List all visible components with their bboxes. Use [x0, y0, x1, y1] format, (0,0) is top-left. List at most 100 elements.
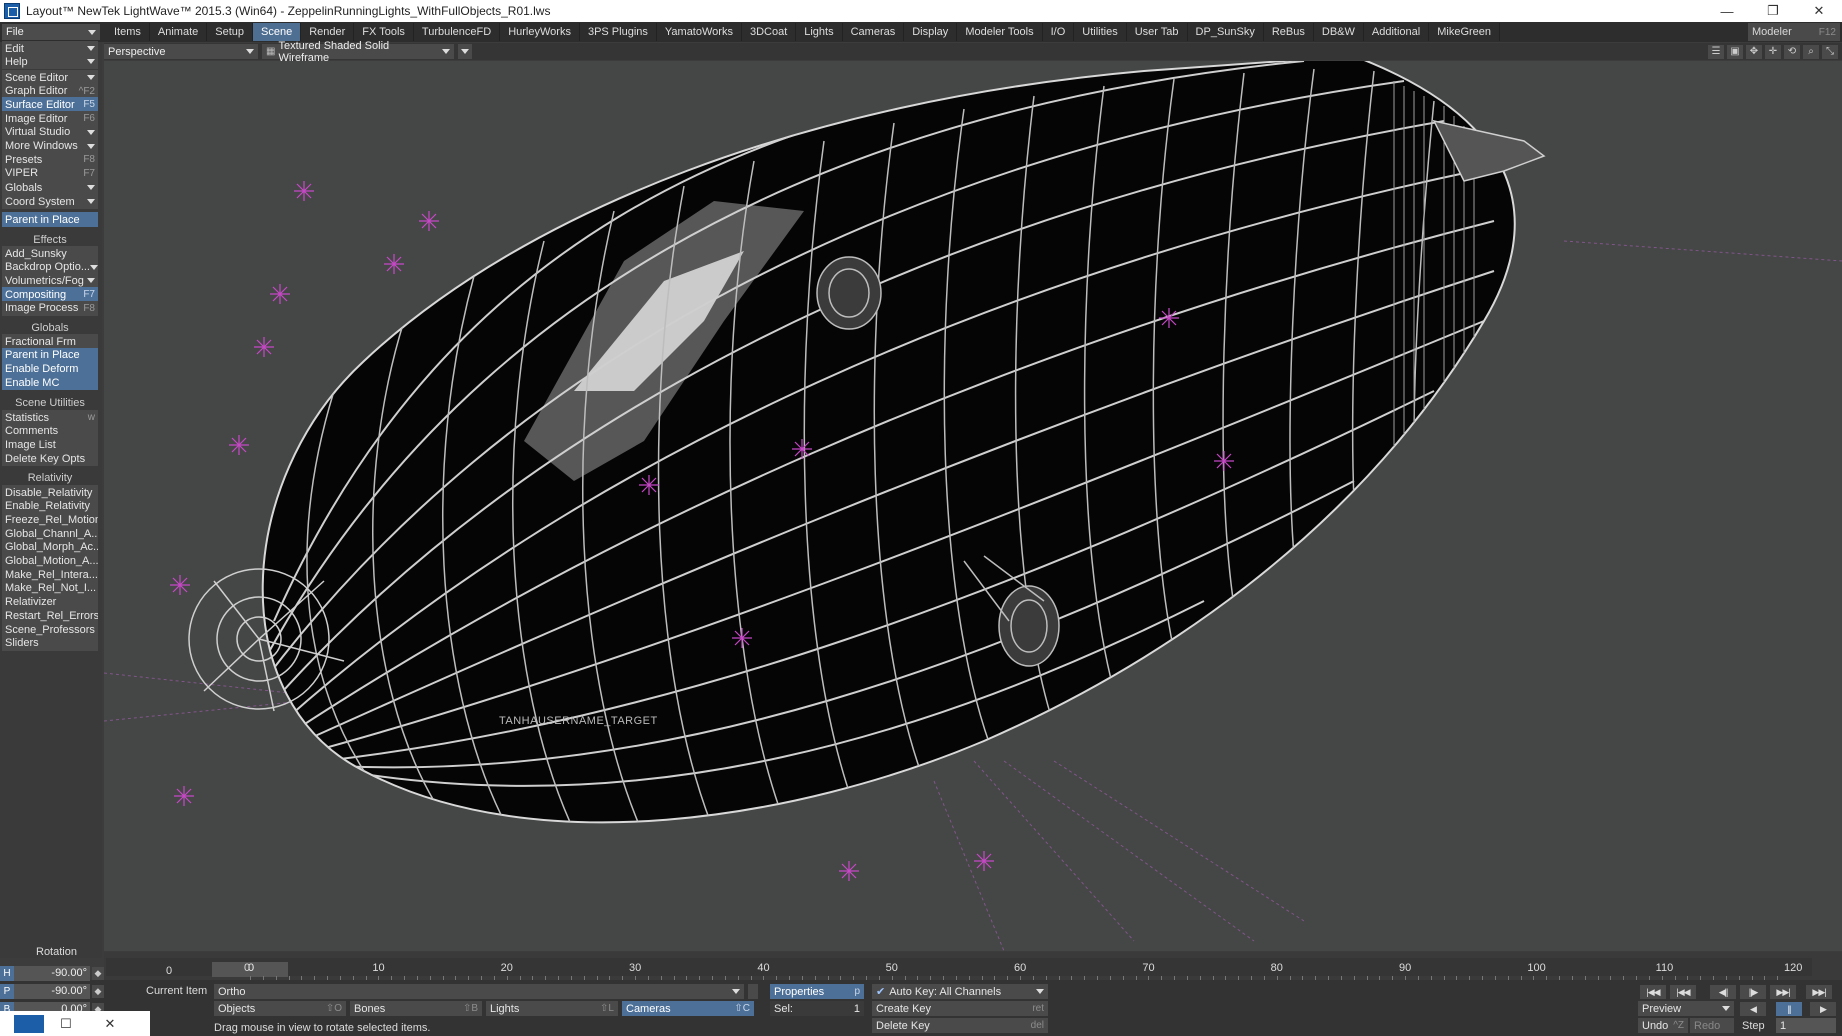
item-type-objects-button[interactable]: Objects ⇧O	[214, 1001, 346, 1016]
sidebar-item-hotkey: F7	[83, 289, 95, 301]
tab-setup[interactable]: Setup	[207, 23, 254, 41]
previous-key-icon[interactable]: |◀◀	[1670, 985, 1696, 999]
timeline-ruler[interactable]	[106, 958, 1812, 976]
item-type-bones-button[interactable]: Bones ⇧B	[350, 1001, 482, 1016]
tab-yamatoworks[interactable]: YamatoWorks	[657, 23, 742, 41]
properties-button[interactable]: Properties p	[770, 984, 864, 999]
h-reset-icon[interactable]: ◆	[92, 967, 104, 980]
restore-button[interactable]: ❐	[1750, 0, 1796, 22]
preview-select[interactable]: Preview	[1638, 1001, 1734, 1016]
undo-button[interactable]: Undo ^Z	[1638, 1018, 1688, 1033]
maximize-viewport-icon[interactable]: ▣	[1727, 44, 1743, 59]
next-key-icon[interactable]: ▶▶|	[1770, 985, 1796, 999]
step-field[interactable]: 1	[1776, 1018, 1836, 1033]
item-type-lights-button[interactable]: Lights ⇧L	[486, 1001, 618, 1016]
chevron-down-icon	[461, 49, 469, 54]
sidebar-item-enable-mc[interactable]: Enable MC	[2, 375, 98, 391]
tab-cameras[interactable]: Cameras	[843, 23, 905, 41]
tab-lights[interactable]: Lights	[796, 23, 843, 41]
tab-display[interactable]: Display	[904, 23, 958, 41]
preview-label: Preview	[1642, 1002, 1682, 1015]
close-icon[interactable]: ✕	[88, 1011, 132, 1036]
step-forward-icon[interactable]: ||▶	[1740, 985, 1766, 999]
tab-modeler-tools[interactable]: Modeler Tools	[957, 23, 1043, 41]
minimize-button[interactable]: —	[1704, 0, 1750, 22]
rotation-h-field[interactable]: -90.00°	[14, 966, 90, 981]
tab-additional[interactable]: Additional	[1364, 23, 1430, 41]
pan-view-icon[interactable]: ✛	[1765, 44, 1781, 59]
delete-key-button[interactable]: Delete Key del	[872, 1018, 1048, 1033]
tab-rebus[interactable]: ReBus	[1264, 23, 1314, 41]
chevron-down-icon	[442, 49, 450, 54]
view-type-select[interactable]: Perspective	[104, 44, 258, 59]
timeline-tick-label: 80	[1270, 962, 1283, 974]
tab-dp-sunsky[interactable]: DP_SunSky	[1188, 23, 1264, 41]
rotation-h-row: H -90.00° ◆	[0, 966, 104, 981]
tab-hurleyworks[interactable]: HurleyWorks	[500, 23, 580, 41]
tab-mikegreen[interactable]: MikeGreen	[1429, 23, 1501, 41]
go-to-start-icon[interactable]: |◀◀	[1640, 985, 1666, 999]
tab-3dcoat[interactable]: 3DCoat	[742, 23, 797, 41]
tab-scene[interactable]: Scene	[253, 23, 302, 41]
step-label: Step	[1742, 1020, 1765, 1032]
delete-key-label: Delete Key	[876, 1019, 930, 1032]
item-type-label: Objects	[218, 1002, 256, 1015]
p-reset-icon[interactable]: ◆	[92, 985, 104, 998]
tab-user-tab[interactable]: User Tab	[1127, 23, 1188, 41]
tab-i-o[interactable]: I/O	[1043, 23, 1075, 41]
sidebar-item-label: Delete Key Opts	[5, 452, 86, 465]
item-picker-button[interactable]	[748, 984, 758, 999]
sidebar-item-label: Globals	[5, 181, 43, 194]
go-to-end-icon[interactable]: ▶▶|	[1806, 985, 1832, 999]
tab-fx-tools[interactable]: FX Tools	[354, 23, 414, 41]
3d-viewport[interactable]: TANHAUSERNAME_TARGET	[104, 61, 1842, 951]
lightwave-taskbar-icon[interactable]	[14, 1014, 44, 1033]
sidebar-item-help-menu[interactable]: Help	[2, 54, 98, 69]
rotate-view-icon[interactable]: ⟲	[1784, 44, 1800, 59]
play-reverse-icon[interactable]: ◀	[1740, 1002, 1766, 1016]
modeler-button[interactable]: Modeler F12	[1748, 23, 1840, 41]
zoom-view-icon[interactable]: ⌕	[1803, 44, 1819, 59]
fit-view-icon[interactable]: ⤡	[1822, 44, 1838, 59]
close-button[interactable]: ✕	[1796, 0, 1842, 22]
viewport-options-button[interactable]	[458, 44, 472, 59]
sidebar-item-parent-in-place-top[interactable]: Parent in Place	[2, 212, 98, 227]
file-menu[interactable]: File	[2, 24, 100, 40]
tab-3ps-plugins[interactable]: 3PS Plugins	[580, 23, 657, 41]
tab-animate[interactable]: Animate	[150, 23, 208, 41]
play-forward-icon[interactable]: ▶	[1810, 1002, 1836, 1016]
tab-render[interactable]: Render	[301, 23, 355, 41]
restore-icon[interactable]: ☐	[44, 1011, 88, 1036]
move-view-icon[interactable]: ✥	[1746, 44, 1762, 59]
step-back-icon[interactable]: ◀||	[1710, 985, 1736, 999]
timeline-tick-label: 100	[1527, 962, 1546, 974]
sidebar-item-coord-system[interactable]: Coord System	[2, 194, 98, 209]
sidebar-item-hotkey: F8	[83, 154, 95, 166]
sidebar-item-delete-key-opts[interactable]: Delete Key Opts	[2, 451, 98, 467]
shading-mode-select[interactable]: ▦ Textured Shaded Solid Wireframe	[262, 40, 454, 64]
redo-button[interactable]: Redo	[1690, 1018, 1734, 1033]
window-title: Layout™ NewTek LightWave™ 2015.3 (Win64)…	[26, 4, 551, 18]
sidebar-item-label: Comments	[5, 425, 59, 438]
checkbox-icon[interactable]: ✔	[876, 985, 885, 998]
sidebar-item-viper[interactable]: VIPER F7	[2, 165, 98, 181]
tab-utilities[interactable]: Utilities	[1074, 23, 1127, 41]
chevron-down-icon	[246, 49, 254, 54]
chevron-down-icon	[87, 59, 95, 64]
tab-items[interactable]: Items	[106, 23, 150, 41]
list-icon[interactable]: ☰	[1708, 44, 1724, 59]
sidebar-item-image-process[interactable]: Image Process F8	[2, 300, 98, 316]
current-item-select[interactable]: Ortho	[214, 984, 744, 999]
item-type-label: Bones	[354, 1002, 386, 1015]
pause-icon[interactable]: ||	[1776, 1002, 1802, 1016]
rotation-p-field[interactable]: -90.00°	[14, 984, 90, 999]
auto-key-select[interactable]: ✔ Auto Key: All Channels	[872, 984, 1048, 999]
tab-db-w[interactable]: DB&W	[1314, 23, 1364, 41]
chevron-down-icon	[87, 143, 95, 149]
start-frame[interactable]: 0	[166, 965, 172, 977]
sidebar-item-sliders[interactable]: Sliders	[2, 635, 98, 651]
tab-turbulencefd[interactable]: TurbulenceFD	[414, 23, 501, 41]
sidebar-item-globals[interactable]: Globals	[2, 180, 98, 195]
item-type-cameras-button[interactable]: Cameras ⇧C	[622, 1001, 754, 1016]
create-key-button[interactable]: Create Key ret	[872, 1001, 1048, 1016]
